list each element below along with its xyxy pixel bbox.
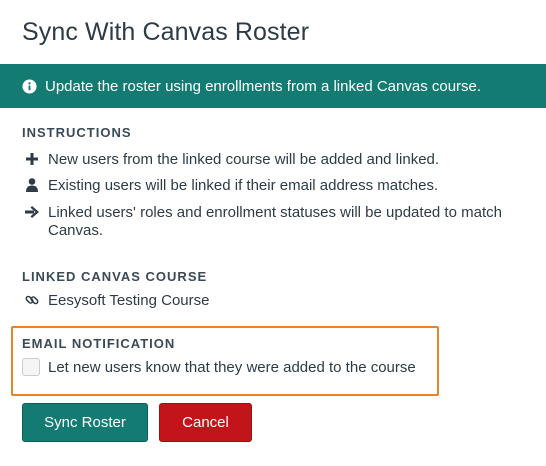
info-banner: Update the roster using enrollments from… bbox=[0, 64, 546, 108]
instruction-text: Existing users will be linked if their e… bbox=[48, 177, 439, 194]
instruction-item: Existing users will be linked if their e… bbox=[24, 177, 538, 195]
link-icon bbox=[24, 292, 40, 308]
instruction-text: New users from the linked course will be… bbox=[48, 151, 440, 168]
linked-course-row: Eesysoft Testing Course bbox=[24, 292, 538, 310]
plus-icon bbox=[24, 151, 40, 167]
instruction-item: New users from the linked course will be… bbox=[24, 151, 538, 169]
user-icon bbox=[24, 177, 40, 193]
instructions-heading: INSTRUCTIONS bbox=[22, 125, 132, 140]
info-circle-icon bbox=[22, 78, 37, 94]
instruction-text: Linked users' roles and enrollment statu… bbox=[48, 204, 502, 239]
info-banner-text: Update the roster using enrollments from… bbox=[45, 77, 482, 95]
arrow-right-icon bbox=[24, 204, 40, 220]
linked-course-heading: LINKED CANVAS COURSE bbox=[22, 269, 208, 284]
instruction-item: Linked users' roles and enrollment statu… bbox=[24, 204, 538, 240]
notify-users-checkbox[interactable] bbox=[22, 358, 40, 376]
email-notification-heading: EMAIL NOTIFICATION bbox=[22, 336, 176, 351]
notify-users-checkbox-label[interactable]: Let new users know that they were added … bbox=[48, 359, 416, 376]
sync-roster-button[interactable]: Sync Roster bbox=[22, 403, 148, 442]
linked-course-name: Eesysoft Testing Course bbox=[48, 292, 210, 309]
cancel-button[interactable]: Cancel bbox=[159, 403, 252, 442]
dialog-title: Sync With Canvas Roster bbox=[22, 18, 310, 46]
